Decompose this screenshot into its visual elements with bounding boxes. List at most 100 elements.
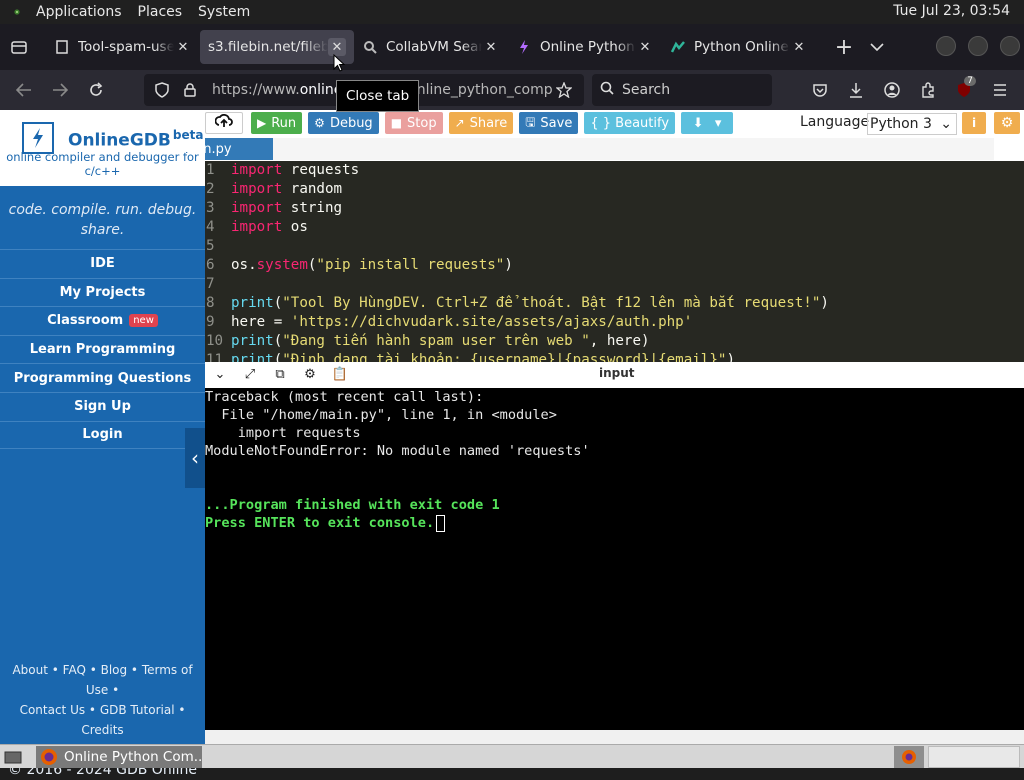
input-label[interactable]: input [599,366,635,380]
chevron-down-icon[interactable] [862,29,892,65]
sidebar-item-ide[interactable]: IDE [0,249,205,278]
close-icon[interactable]: ✕ [790,38,808,56]
console-line: ModuleNotFoundError: No module named 're… [205,442,1024,460]
sidebar-item-programming-questions[interactable]: Programming Questions [0,363,205,392]
debug-label: Debug [329,115,373,131]
taskbar-window-title: Online Python Com... [64,749,202,765]
expand-icon[interactable]: ⤢ [235,362,265,386]
extensions-icon[interactable] [910,74,946,106]
run-button[interactable]: ▶ Run [251,112,303,134]
close-icon[interactable]: ✕ [482,38,500,56]
sidebar-item-sign-up[interactable]: Sign Up [0,391,205,421]
sidebar-item-login[interactable]: Login [0,420,205,450]
console-cursor[interactable] [436,514,446,532]
code-line[interactable]: 5 [205,237,1024,256]
code-line[interactable]: 7 [205,275,1024,294]
clipboard-icon[interactable]: 📋 [325,362,355,386]
code-line[interactable]: 9 here = 'https://dichvudark.site/assets/… [205,313,1024,332]
workspace-2[interactable] [928,746,1020,768]
tab-online-python-compiler[interactable]: Online Python Compiler ✕ [508,30,662,64]
language-select[interactable]: Python 3 ⌄ [867,113,957,135]
code-line[interactable]: 3 import string [205,199,1024,218]
output-console[interactable]: Traceback (most recent call last): File … [205,388,1024,730]
clock[interactable]: Tue Jul 23, 03:54 [893,3,1010,19]
code-line[interactable]: 6 os.system("pip install requests") [205,256,1024,275]
new-tab-button[interactable]: + [826,29,862,65]
chevron-down-icon: ⌄ [940,116,952,132]
upload-button[interactable] [205,112,243,134]
minimize-button[interactable] [936,36,956,56]
search-input[interactable] [622,82,762,98]
tab-python-online-compiler[interactable]: Python Online Compiler ✕ [662,30,816,64]
document-icon [54,39,70,55]
sidebar-item-learn-programming[interactable]: Learn Programming [0,334,205,364]
footer-links-1[interactable]: About • FAQ • Blog • Terms of Use • [0,660,205,700]
system-menu[interactable]: System [190,4,258,20]
line-number: 6 [206,257,215,273]
ublock-icon[interactable]: 7 [946,74,982,106]
code-token: "pip install requests" [316,257,505,273]
applications-menu[interactable]: Applications [28,4,130,20]
gear-icon[interactable]: ⚙ [295,362,325,386]
account-icon[interactable] [874,74,910,106]
brand-header[interactable]: OnlineGDB beta online compiler and debugg… [0,110,205,186]
maximize-button[interactable] [968,36,988,56]
tab-tool-spam-user[interactable]: Tool-spam-user ✕ [46,30,200,64]
gnome-foot-icon[interactable] [6,1,28,23]
info-button[interactable]: i [962,112,986,134]
close-icon[interactable]: ✕ [636,38,654,56]
stop-button[interactable]: ■ Stop [384,112,443,134]
tab-collabvm-searxng[interactable]: CollabVM SearXNG ✕ [354,30,508,64]
beta-label: beta [172,128,204,142]
pocket-icon[interactable] [802,74,838,106]
horizontal-scrollbar[interactable] [205,730,1024,744]
code-token: ) [504,257,513,273]
close-window-button[interactable] [1000,36,1020,56]
beautify-button[interactable]: { } Beautify [584,112,676,134]
code-line[interactable]: 11 print("Định dạng tài khoản: {username}… [205,351,1024,362]
copy-icon[interactable]: ⧉ [265,362,295,386]
code-editor[interactable]: 1 import requests 2 import random 3 import st… [205,161,1024,362]
file-tabs: main.py [179,138,1024,160]
settings-button[interactable]: ⚙ [994,112,1020,134]
tab-list-icon[interactable] [0,24,38,70]
tab-filebin[interactable]: s3.filebin.net/filebin ✕ [200,30,354,64]
back-arrow-icon[interactable] [6,74,42,106]
save-button[interactable]: 🖫 Save [519,112,579,134]
editor-toolbar: ▶ Run ⚙ Debug ■ Stop ↗ Share 🖫 Save { } Beaut… [205,110,1024,136]
tab-title: Python Online Compiler [694,39,790,55]
debug-icon: ⚙ [314,116,325,130]
sidebar-item-my-projects[interactable]: My Projects [0,277,205,307]
lock-icon[interactable] [180,80,200,100]
file-tab-main-py[interactable]: main.py [179,138,273,160]
hamburger-menu-icon[interactable] [982,74,1018,106]
footer-links-2[interactable]: Contact Us • GDB Tutorial • Credits [0,700,205,740]
taskbar-window-firefox[interactable]: Online Python Com... [36,746,202,768]
code-token: os. [231,257,257,273]
workspace-1[interactable] [894,746,924,768]
code-line[interactable]: 2 import random [205,180,1024,199]
code-text: print("Tool By HùngDEV. Ctrl+Z để thoát.… [231,294,829,313]
info-icon: i [971,116,977,130]
places-menu[interactable]: Places [130,4,191,20]
code-line[interactable]: 8 print("Tool By HùngDEV. Ctrl+Z để thoát… [205,294,1024,313]
close-icon[interactable]: ✕ [174,38,192,56]
share-button[interactable]: ↗ Share [448,112,514,134]
code-line[interactable]: 4 import os [205,218,1024,237]
sidebar-item-label: IDE [90,256,115,272]
code-line[interactable]: 10 print("Đang tiến hành spam user trên w… [205,332,1024,351]
collapse-sidebar-button[interactable]: ‹ [185,428,205,488]
download-button[interactable]: ⬇ ▾ [681,112,734,134]
collapse-icon[interactable]: ⌄ [205,362,235,386]
download-icon[interactable] [838,74,874,106]
code-line[interactable]: 1 import requests [205,161,1024,180]
star-icon[interactable] [554,80,574,100]
reload-icon[interactable] [78,74,114,106]
forward-arrow-icon[interactable] [42,74,78,106]
debug-button[interactable]: ⚙ Debug [308,112,379,134]
show-desktop-icon[interactable] [2,747,24,767]
sidebar-item-classroom[interactable]: Classroom new [0,306,205,335]
shield-icon[interactable] [152,80,172,100]
search-bar[interactable] [592,74,772,106]
